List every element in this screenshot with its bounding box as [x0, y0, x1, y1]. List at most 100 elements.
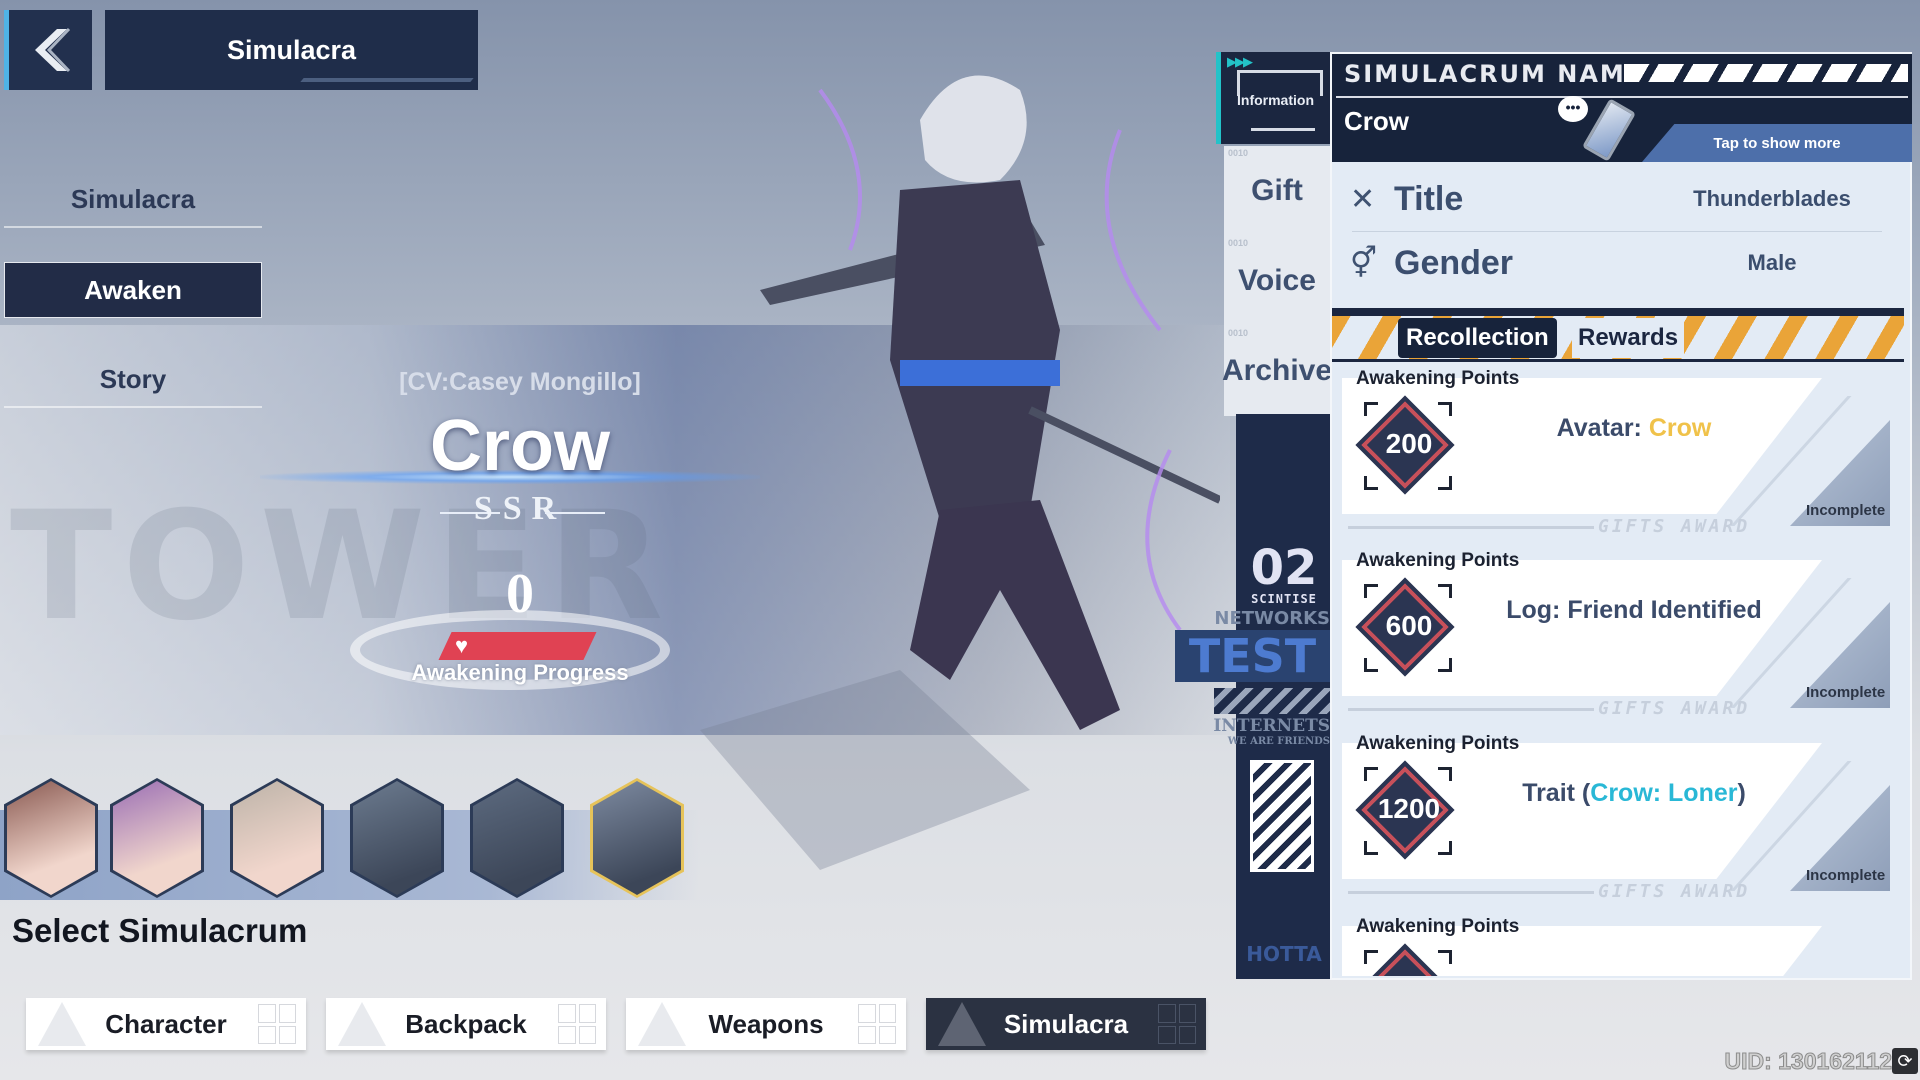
reward-title: Awakening Points	[1356, 550, 1520, 571]
sidebar-item-awaken[interactable]: Awaken	[4, 262, 262, 318]
grid-icon	[858, 1004, 896, 1044]
reward-status: Incomplete	[1806, 684, 1886, 701]
header-rule	[1336, 96, 1908, 98]
tab-label: Weapons	[708, 1008, 824, 1039]
reward-status: Incomplete	[1806, 867, 1886, 884]
avatar-portrait	[233, 781, 321, 895]
sidebar-item-story[interactable]: Story	[4, 352, 262, 408]
reward-description: Avatar: Crow	[1464, 414, 1804, 443]
triple-chevron-icon: ▶▶▶	[1227, 54, 1253, 69]
tab-label: Information	[1237, 92, 1314, 108]
tab-tag: 0010	[1228, 148, 1249, 158]
reward-description: Trait (Crow: Loner)	[1464, 779, 1804, 808]
grid-icon	[558, 1004, 596, 1044]
desc-text: Log: Friend Identified	[1506, 596, 1762, 624]
info-label: Title	[1394, 179, 1464, 218]
legs	[910, 500, 1120, 730]
voice-actor: [CV:Casey Mongillo]	[399, 368, 641, 396]
simulacrum-name-header: SIMULACRUM NAME Crow ••• Tap to show mor…	[1332, 54, 1912, 162]
awakening-progress-label: Awakening Progress	[411, 660, 629, 685]
tab-archive[interactable]: 0010 Archive	[1221, 326, 1333, 416]
crossed-swords-icon: ✕	[1350, 182, 1376, 216]
blade-right	[1028, 406, 1220, 504]
belt	[900, 360, 1060, 386]
tab-label: Simulacra	[1003, 1008, 1129, 1039]
back-button[interactable]	[4, 10, 92, 90]
rarity-line-right	[545, 512, 605, 514]
debris	[700, 670, 1030, 870]
chat-bubble-icon: •••	[1558, 96, 1588, 122]
tab-label: Archive	[1221, 354, 1333, 387]
select-simulacrum-heading: Select Simulacrum	[12, 912, 308, 949]
decor-subtitle: SCINTISE	[1251, 592, 1317, 606]
simulacrum-name: Crow	[1344, 106, 1409, 136]
reward-description: Log: Friend Identified	[1464, 596, 1804, 625]
gifts-award-label: GIFTS AWARD	[1598, 698, 1751, 719]
tab-gift[interactable]: 0010 Gift	[1224, 146, 1330, 236]
info-row-gender: ⚥ Gender Male	[1350, 232, 1890, 294]
header-stripes	[1624, 64, 1908, 82]
hair	[920, 75, 1027, 183]
grid-icon	[1158, 1004, 1196, 1044]
tab-tag: 0010	[1228, 238, 1249, 248]
tap-to-show-more-button[interactable]: Tap to show more	[1642, 124, 1912, 162]
decor-test: TEST	[1175, 630, 1330, 682]
reward-points: 200	[1385, 428, 1433, 459]
reward-item-partial[interactable]: Awakening Points	[1334, 912, 1910, 976]
decor-networks: NETWORKS	[1214, 608, 1330, 629]
rarity-label: SSR	[473, 490, 567, 527]
footer-line	[1348, 708, 1594, 711]
decor-internets: INTERNETS	[1213, 716, 1330, 736]
heart-icon: ♥	[455, 633, 469, 658]
sidebar-item-simulacra[interactable]: Simulacra	[4, 172, 262, 228]
triangle-icon	[638, 1002, 686, 1046]
reward-item[interactable]: Awakening Points Incomplete GIFTS AWARD …	[1334, 729, 1910, 909]
uid-label: UID: 130162112	[1724, 1048, 1893, 1075]
avatar-portrait	[113, 781, 201, 895]
page-title: Simulacra	[105, 10, 478, 90]
reward-points: 600	[1385, 610, 1433, 641]
tab-rewards[interactable]: Rewards	[1572, 318, 1685, 358]
decor-stripes	[1214, 688, 1330, 714]
reward-item[interactable]: Awakening Points Incomplete GIFTS AWARD …	[1334, 546, 1910, 726]
tab-label: Voice	[1238, 264, 1316, 297]
footer-line	[1348, 526, 1594, 529]
triangle-icon	[38, 1002, 86, 1046]
tab-simulacra[interactable]: Simulacra	[926, 998, 1206, 1050]
tab-information[interactable]: ▶▶▶ Information	[1216, 52, 1330, 144]
desc-text: Trait (	[1522, 779, 1591, 807]
gifts-award-label: GIFTS AWARD	[1598, 881, 1751, 902]
hotta-logo: HOTTA	[1246, 942, 1322, 966]
desc-suffix: )	[1737, 779, 1746, 807]
underline	[1251, 128, 1315, 131]
footer-line	[1348, 891, 1594, 894]
simulacrum-name-label: SIMULACRUM NAME	[1344, 60, 1645, 88]
info-value: Thunderblades	[1693, 186, 1851, 211]
tab-recollection[interactable]: Recollection	[1398, 318, 1557, 358]
avatar-portrait	[593, 781, 681, 895]
reward-points: 1200	[1377, 793, 1441, 824]
tab-label: Character	[105, 1008, 227, 1039]
refresh-icon[interactable]: ⟳	[1892, 1048, 1918, 1074]
tab-weapons[interactable]: Weapons	[626, 998, 906, 1050]
tab-label: Gift	[1251, 174, 1303, 207]
triangle-icon	[938, 1002, 986, 1046]
gender-icon: ⚥	[1350, 246, 1378, 280]
reward-item[interactable]: Awakening Points Incomplete GIFTS AWARD …	[1334, 364, 1910, 544]
desc-text: Avatar:	[1556, 414, 1649, 442]
tab-character[interactable]: Character	[26, 998, 306, 1050]
tab-label: Backpack	[405, 1008, 527, 1039]
triangle-icon	[338, 1002, 386, 1046]
desc-highlight: Crow: Loner	[1590, 779, 1738, 807]
character-illustration	[700, 75, 1220, 870]
info-value: Male	[1747, 250, 1797, 275]
phone-icon	[1582, 98, 1636, 162]
reward-status: Incomplete	[1806, 502, 1886, 519]
desc-highlight: Crow	[1648, 414, 1712, 442]
avatar-portrait	[7, 781, 95, 895]
decor-friends: WE ARE FRIENDS	[1227, 736, 1330, 747]
avatar-portrait	[353, 781, 441, 895]
tab-backpack[interactable]: Backpack	[326, 998, 606, 1050]
tab-voice[interactable]: 0010 Voice	[1224, 236, 1330, 326]
avatar-portrait	[473, 781, 561, 895]
